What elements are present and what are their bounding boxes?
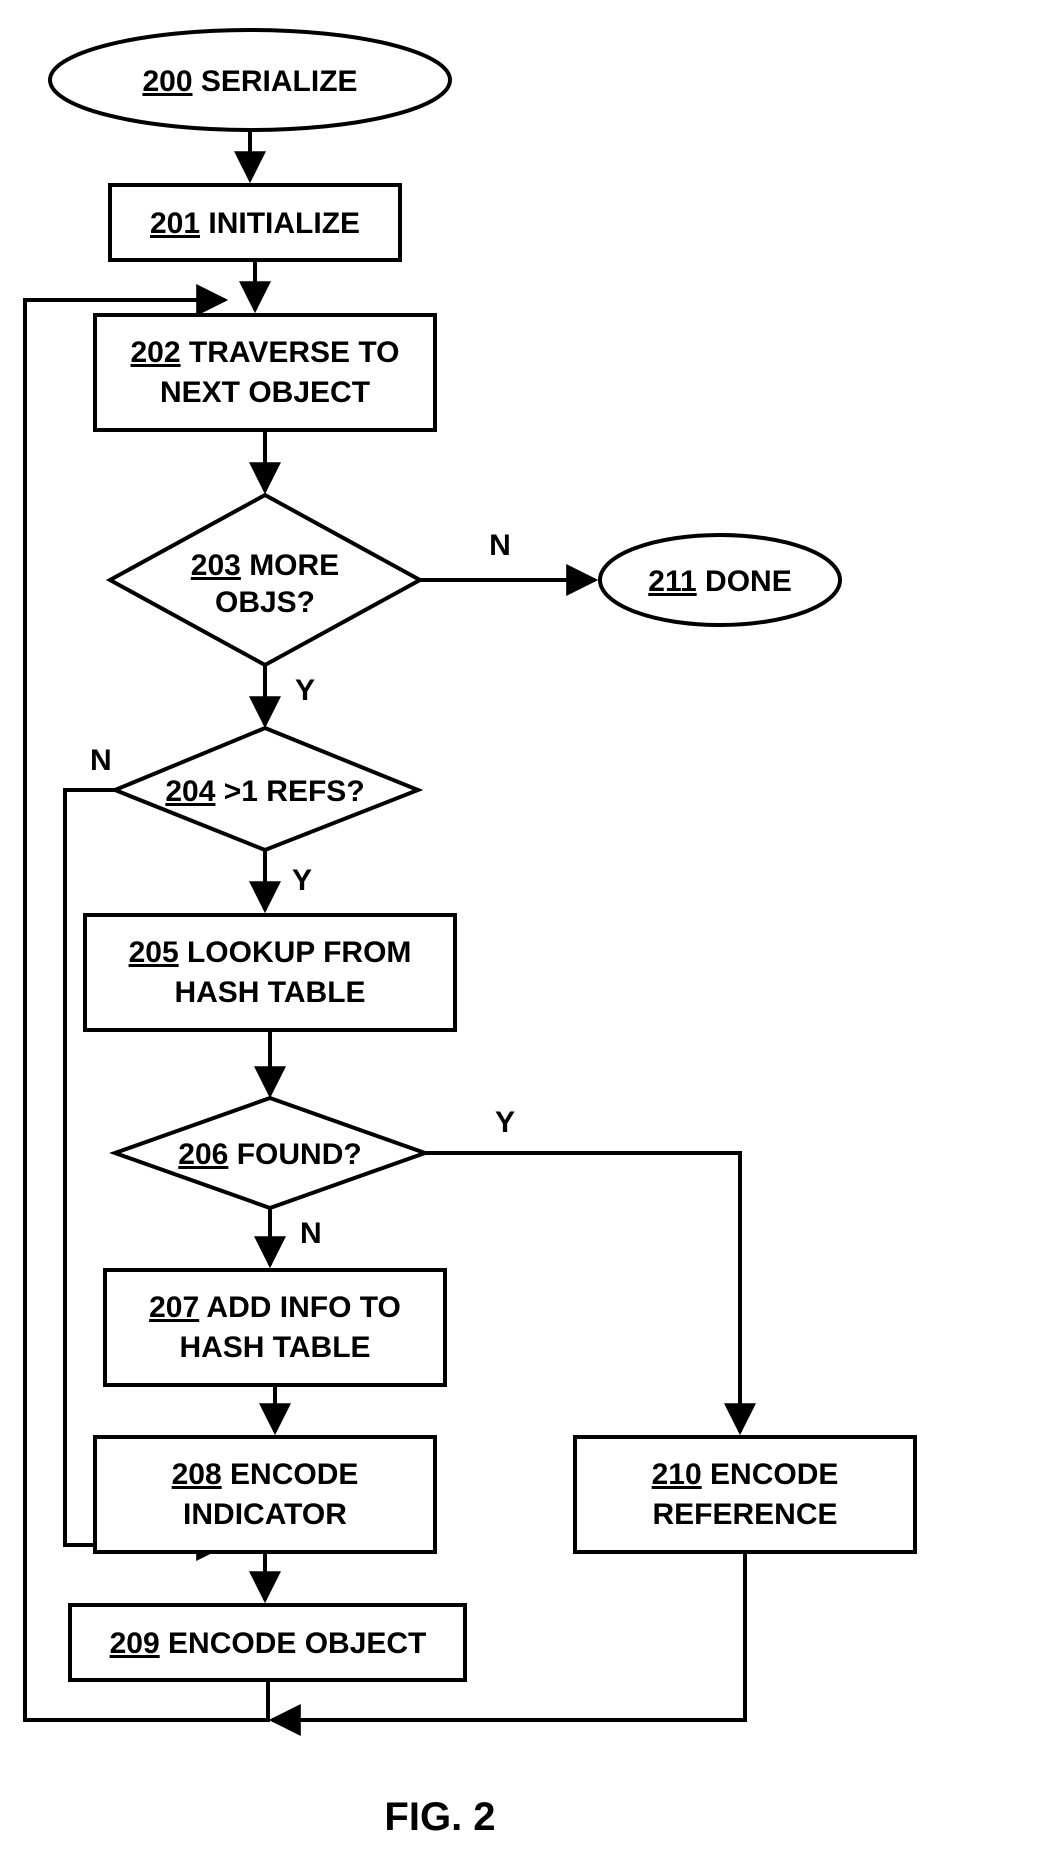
edge-204-209-label: N bbox=[90, 744, 112, 777]
node-211-num: 211 bbox=[648, 565, 696, 598]
node-210-num: 210 bbox=[652, 1458, 702, 1491]
svg-text:202 TRAVERSE TO: 202 TRAVERSE TO bbox=[131, 336, 400, 369]
svg-text:203 MORE: 203 MORE bbox=[191, 549, 339, 582]
node-211-done: 211 DONE bbox=[600, 535, 840, 625]
edge-204-205-label: Y bbox=[292, 864, 312, 897]
node-204-num: 204 bbox=[165, 775, 215, 808]
svg-text:201 INITIALIZE: 201 INITIALIZE bbox=[150, 207, 360, 240]
svg-text:208 ENCODE: 208 ENCODE bbox=[172, 1458, 359, 1491]
node-205-lookup: 205 LOOKUP FROM HASH TABLE bbox=[85, 915, 455, 1030]
node-204-label: >1 REFS? bbox=[224, 775, 365, 808]
node-202-traverse: 202 TRAVERSE TO NEXT OBJECT bbox=[95, 315, 435, 430]
node-200-num: 200 bbox=[142, 65, 192, 98]
svg-text:OBJS?: OBJS? bbox=[215, 586, 315, 619]
node-207-num: 207 bbox=[149, 1291, 199, 1324]
node-204-refs: 204 >1 REFS? bbox=[115, 728, 418, 850]
svg-text:NEXT OBJECT: NEXT OBJECT bbox=[160, 376, 370, 409]
edge-206-210-label: Y bbox=[495, 1106, 515, 1139]
svg-text:HASH TABLE: HASH TABLE bbox=[179, 1331, 370, 1364]
node-205-num: 205 bbox=[129, 936, 179, 969]
node-208-num: 208 bbox=[172, 1458, 222, 1491]
node-209-num: 209 bbox=[110, 1627, 160, 1660]
svg-text:200 SERIALIZE: 200 SERIALIZE bbox=[142, 65, 357, 98]
node-209-encode-object: 209 ENCODE OBJECT bbox=[70, 1605, 465, 1680]
node-203-more-objs: 203 MORE OBJS? bbox=[110, 495, 420, 665]
svg-text:205 LOOKUP FROM: 205 LOOKUP FROM bbox=[129, 936, 412, 969]
node-209-label: ENCODE OBJECT bbox=[168, 1627, 426, 1660]
svg-text:211 DONE: 211 DONE bbox=[648, 565, 791, 598]
node-206-found: 206 FOUND? bbox=[115, 1098, 425, 1208]
node-201-initialize: 201 INITIALIZE bbox=[110, 185, 400, 260]
edge-203-204-label: Y bbox=[295, 674, 315, 707]
node-211-label: DONE bbox=[705, 565, 792, 598]
edge-206-207-label: N bbox=[300, 1217, 322, 1250]
svg-text:207 ADD INFO TO: 207 ADD INFO TO bbox=[149, 1291, 401, 1324]
svg-text:INDICATOR: INDICATOR bbox=[183, 1498, 347, 1531]
svg-text:209 ENCODE OBJECT: 209 ENCODE OBJECT bbox=[110, 1627, 427, 1660]
svg-text:204 >1 REFS?: 204 >1 REFS? bbox=[165, 775, 364, 808]
flowchart: 200 SERIALIZE 201 INITIALIZE 202 TRAVERS… bbox=[0, 0, 1042, 1873]
node-200-label: SERIALIZE bbox=[201, 65, 358, 98]
node-201-label: INITIALIZE bbox=[208, 207, 360, 240]
svg-text:REFERENCE: REFERENCE bbox=[652, 1498, 837, 1531]
svg-text:206 FOUND?: 206 FOUND? bbox=[178, 1138, 361, 1171]
node-202-num: 202 bbox=[131, 336, 181, 369]
node-206-label: FOUND? bbox=[237, 1138, 362, 1171]
node-200-serialize: 200 SERIALIZE bbox=[50, 30, 450, 130]
node-206-num: 206 bbox=[178, 1138, 228, 1171]
edge-206-210 bbox=[425, 1153, 740, 1432]
node-208-encode-indicator: 208 ENCODE INDICATOR bbox=[95, 1437, 435, 1552]
node-207-add-info: 207 ADD INFO TO HASH TABLE bbox=[105, 1270, 445, 1385]
node-201-num: 201 bbox=[150, 207, 200, 240]
node-210-encode-reference: 210 ENCODE REFERENCE bbox=[575, 1437, 915, 1552]
svg-text:210 ENCODE: 210 ENCODE bbox=[652, 1458, 839, 1491]
svg-text:HASH TABLE: HASH TABLE bbox=[174, 976, 365, 1009]
figure-caption: FIG. 2 bbox=[384, 1795, 495, 1839]
node-203-num: 203 bbox=[191, 549, 241, 582]
edge-203-211-label: N bbox=[489, 529, 511, 562]
